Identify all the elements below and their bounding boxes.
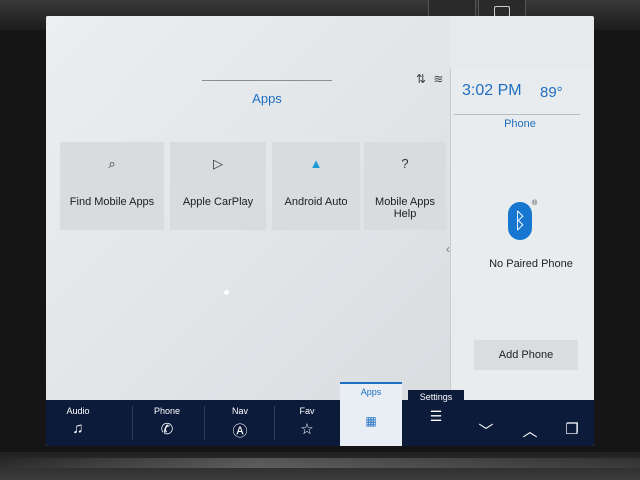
nav-label: Nav bbox=[231, 406, 248, 416]
tile-mobile-apps-help[interactable]: ? Mobile Apps Help bbox=[364, 142, 446, 230]
phone-header: Phone bbox=[504, 118, 536, 130]
wifi-icon: ≋ bbox=[433, 72, 444, 86]
title-divider bbox=[202, 80, 332, 81]
tile-android-auto[interactable]: ▲ Android Auto bbox=[272, 142, 360, 230]
infotainment-screen: ⇅ ≋ Apps ⌕ Find Mobile Apps ▷ Apple CarP… bbox=[46, 16, 594, 446]
nav-label: Settings bbox=[419, 392, 453, 402]
data-transfer-icon: ⇅ bbox=[416, 72, 427, 86]
add-phone-button[interactable]: Add Phone bbox=[474, 340, 578, 370]
tile-label: Apple CarPlay bbox=[182, 196, 254, 208]
panel-divider bbox=[454, 114, 580, 115]
bezel-reflection bbox=[0, 458, 640, 468]
no-paired-phone-text: No Paired Phone bbox=[489, 258, 573, 270]
outside-temperature: 89° bbox=[540, 84, 563, 101]
android-auto-icon: ▲ bbox=[309, 156, 323, 171]
nav-settings[interactable]: Settings ☰ bbox=[408, 390, 464, 446]
chevron-up-icon: ︿ bbox=[522, 423, 538, 440]
bottom-nav-bar: Audio ♫ Phone ✆ Nav Ⓐ Fav ☆ ﹀ ︿ ❐ bbox=[46, 400, 594, 446]
nav-label: Apps bbox=[360, 387, 382, 397]
music-note-icon: ♫ bbox=[72, 420, 84, 437]
tile-label: Android Auto bbox=[284, 196, 348, 208]
status-icons: ⇅ ≋ bbox=[412, 72, 443, 86]
nav-label: Fav bbox=[299, 406, 315, 416]
nav-scroll-down[interactable]: ﹀ bbox=[466, 400, 506, 446]
chevron-down-icon: ﹀ bbox=[478, 423, 494, 440]
nav-audio[interactable]: Audio ♫ bbox=[46, 400, 110, 446]
help-icon: ? bbox=[401, 156, 409, 171]
multiwindow-icon: ❐ bbox=[565, 421, 579, 438]
touch-indicator bbox=[224, 290, 229, 295]
apps-grid-icon: ▦ bbox=[365, 414, 377, 428]
nav-label: Phone bbox=[153, 406, 181, 416]
nav-nav[interactable]: Nav Ⓐ bbox=[206, 400, 274, 446]
nav-separator bbox=[274, 406, 275, 440]
star-icon: ☆ bbox=[300, 421, 314, 438]
nav-phone[interactable]: Phone ✆ bbox=[132, 400, 202, 446]
registered-mark: ® bbox=[532, 200, 538, 207]
nav-multiwindow[interactable]: ❐ bbox=[552, 400, 592, 446]
phone-icon: ✆ bbox=[160, 421, 174, 438]
search-apps-icon: ⌕ bbox=[108, 156, 116, 171]
nav-fav[interactable]: Fav ☆ bbox=[276, 400, 338, 446]
clock: 3:02 PM bbox=[462, 82, 522, 99]
tile-label: Find Mobile Apps bbox=[69, 196, 155, 208]
nav-scroll-up[interactable]: ︿ bbox=[510, 400, 550, 446]
page-title: Apps bbox=[252, 91, 282, 106]
bluetooth-icon: ᛒ bbox=[508, 202, 532, 240]
nav-apps[interactable]: Apps ▦ bbox=[340, 382, 402, 446]
nav-label: Audio bbox=[66, 406, 90, 416]
tile-label: Mobile Apps Help bbox=[375, 196, 435, 220]
navigation-icon: Ⓐ bbox=[232, 423, 248, 440]
nav-separator bbox=[204, 406, 205, 440]
carplay-icon: ▷ bbox=[213, 156, 223, 171]
panel-collapse-handle[interactable]: ‹ bbox=[446, 242, 450, 256]
tile-apple-carplay[interactable]: ▷ Apple CarPlay bbox=[170, 142, 266, 230]
settings-sliders-icon: ☰ bbox=[429, 408, 443, 424]
tile-find-mobile-apps[interactable]: ⌕ Find Mobile Apps bbox=[60, 142, 164, 230]
